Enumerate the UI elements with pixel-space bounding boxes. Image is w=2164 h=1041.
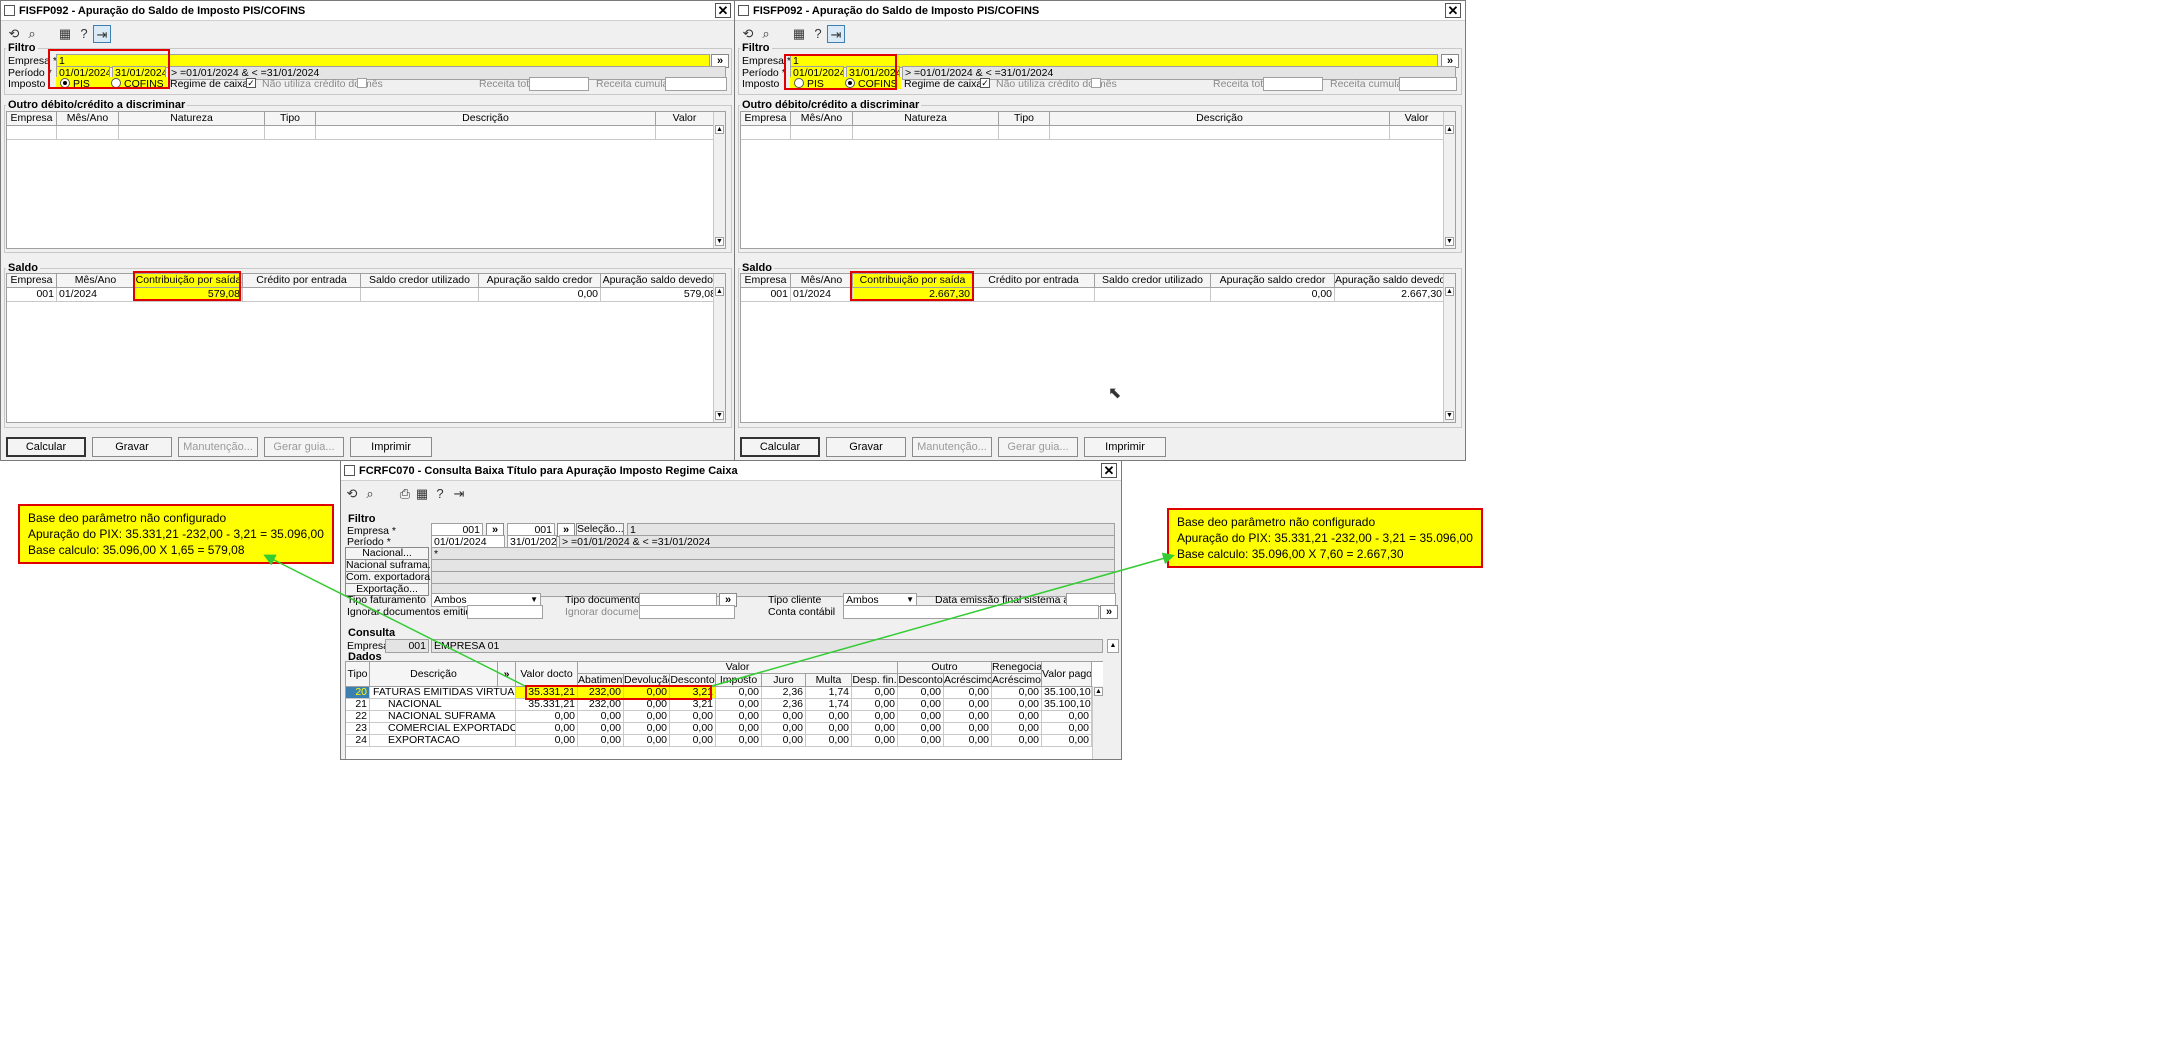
annotation-arrows <box>263 552 1175 687</box>
arrow-left <box>263 554 526 687</box>
arrow-right <box>711 552 1175 687</box>
